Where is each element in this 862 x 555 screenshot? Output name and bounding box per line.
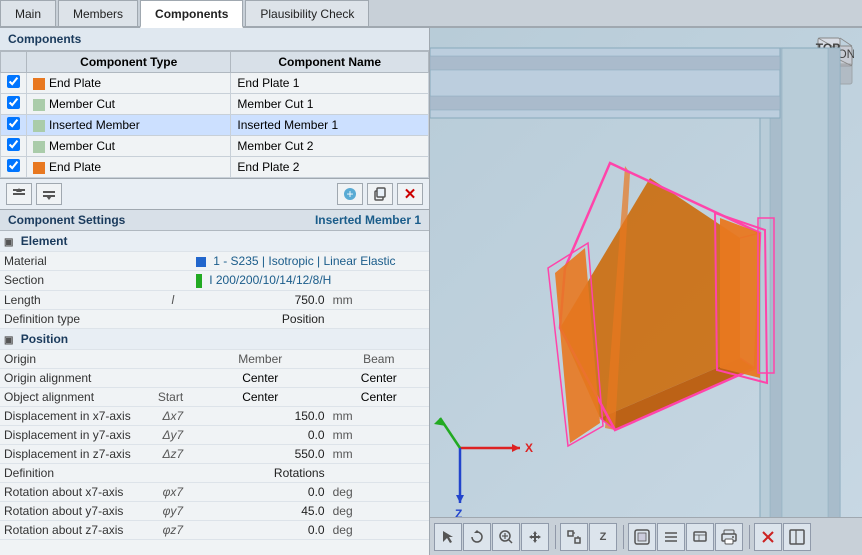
add-button[interactable]: + (337, 183, 363, 205)
display-btn[interactable] (657, 523, 685, 551)
prop-origin-alignment: Origin alignment Center Center (0, 368, 429, 387)
prop-definition: Definition Rotations (0, 463, 429, 482)
prop-rot-y: Rotation about y7-axis φy7 45.0 deg (0, 501, 429, 520)
row3-color (33, 120, 45, 132)
components-table: Component Type Component Name End Plate … (0, 51, 429, 178)
prop-rot-x: Rotation about x7-axis φx7 0.0 deg (0, 482, 429, 501)
svg-text:+: + (346, 187, 353, 201)
row5-color (33, 162, 45, 174)
tab-bar: Main Members Components Plausibility Che… (0, 0, 862, 28)
section-indicator (196, 274, 202, 288)
col-check (1, 52, 27, 73)
row2-check[interactable] (7, 96, 20, 109)
table-row[interactable]: Member Cut Member Cut 2 (1, 136, 429, 157)
prop-rot-z: Rotation about z7-axis φz7 0.0 deg (0, 520, 429, 539)
print-btn[interactable] (715, 523, 743, 551)
select-view-btn[interactable] (434, 523, 462, 551)
tab-members[interactable]: Members (58, 0, 138, 26)
prop-disp-x: Displacement in x7-axis Δx7 150.0 mm (0, 406, 429, 425)
left-panel: Components Component Type Component Name… (0, 28, 430, 555)
fit-view-btn[interactable] (560, 523, 588, 551)
components-toolbar: + ✕ (0, 179, 429, 210)
prop-disp-y: Displacement in y7-axis Δy7 0.0 mm (0, 425, 429, 444)
settings-header: Component Settings Inserted Member 1 (0, 210, 429, 231)
element-group-header[interactable]: ▣ Element (0, 231, 429, 252)
svg-text:X: X (525, 441, 533, 455)
row4-color (33, 141, 45, 153)
tab-main[interactable]: Main (0, 0, 56, 26)
collapse-element-icon: ▣ (4, 237, 13, 248)
table-row-selected[interactable]: Inserted Member Inserted Member 1 (1, 115, 429, 136)
rotate-view-btn[interactable] (463, 523, 491, 551)
material-indicator (196, 257, 206, 267)
close-view-btn[interactable] (754, 523, 782, 551)
panel-toggle-btn[interactable] (783, 523, 811, 551)
components-header: Components (0, 28, 429, 51)
position-group-header[interactable]: ▣ Position (0, 328, 429, 349)
prop-length: Length l 750.0 mm (0, 290, 429, 309)
row5-check[interactable] (7, 159, 20, 172)
row1-check[interactable] (7, 75, 20, 88)
prop-section: Section I 200/200/10/14/12/8/H (0, 271, 429, 291)
row2-color (33, 99, 45, 111)
settings-section: Component Settings Inserted Member 1 ▣ E… (0, 210, 429, 555)
scene-svg: X Z (430, 28, 862, 555)
tab-plausibility[interactable]: Plausibility Check (245, 0, 369, 26)
main-layout: Components Component Type Component Name… (0, 28, 862, 555)
delete-button[interactable]: ✕ (397, 183, 423, 205)
row3-check[interactable] (7, 117, 20, 130)
row1-color (33, 78, 45, 90)
table-row[interactable]: End Plate End Plate 1 (1, 73, 429, 94)
collapse-position-icon: ▣ (4, 335, 13, 346)
move-up-button[interactable] (6, 183, 32, 205)
table-row[interactable]: Member Cut Member Cut 1 (1, 94, 429, 115)
copy-button[interactable] (367, 183, 393, 205)
axis-view-btn[interactable]: Z (589, 523, 617, 551)
view-toolbar: Z (430, 517, 862, 555)
prop-origin-header: Origin Member Beam (0, 349, 429, 368)
move-down-button[interactable] (36, 183, 62, 205)
table-row[interactable]: End Plate End Plate 2 (1, 157, 429, 178)
row4-check[interactable] (7, 138, 20, 151)
components-section: Components Component Type Component Name… (0, 28, 429, 179)
prop-disp-z: Displacement in z7-axis Δz7 550.0 mm (0, 444, 429, 463)
prop-object-alignment: Object alignment Start Center Center (0, 387, 429, 406)
pan-view-btn[interactable] (521, 523, 549, 551)
zoom-view-btn[interactable] (492, 523, 520, 551)
render-btn[interactable] (686, 523, 714, 551)
col-name: Component Name (231, 52, 429, 73)
properties-table: ▣ Element Material 1 - S235 | Isotropic … (0, 231, 429, 540)
view-panel[interactable]: TOP FRONT (430, 28, 862, 555)
tab-components[interactable]: Components (140, 0, 243, 28)
col-type: Component Type (27, 52, 231, 73)
prop-definition-type: Definition type Position (0, 309, 429, 328)
prop-material: Material 1 - S235 | Isotropic | Linear E… (0, 252, 429, 271)
view-mode-btn[interactable] (628, 523, 656, 551)
